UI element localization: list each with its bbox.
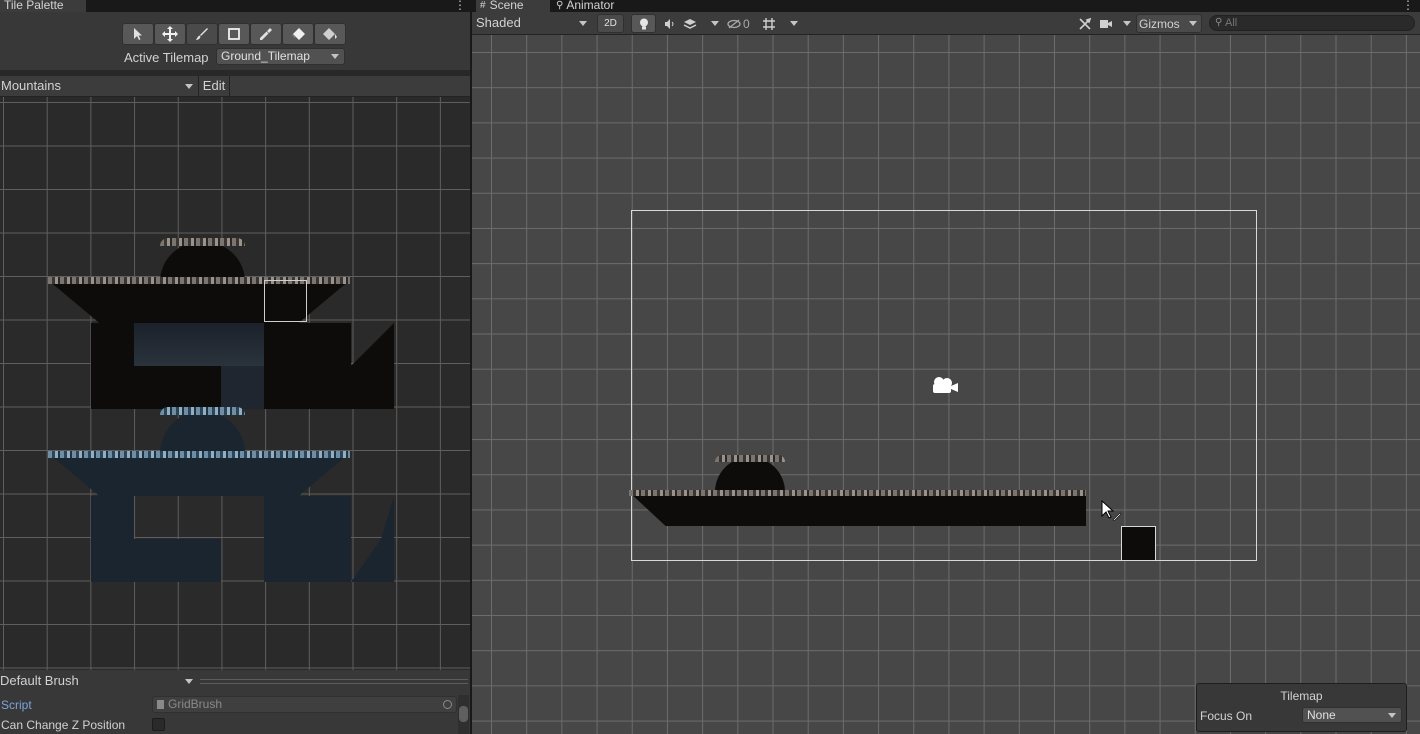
scene-ground-hill-edge [715,455,785,462]
paint-tool-button[interactable] [186,23,218,45]
blue-tile[interactable] [91,496,134,582]
grid-icon: # [480,0,486,11]
tilemap-overlay-title: Tilemap [1280,689,1323,703]
chevron-down-icon [1388,713,1396,718]
script-value: GridBrush [168,697,223,711]
focus-on-label: Focus On [1200,709,1253,723]
chevron-down-icon [579,21,587,26]
move-icon [162,26,178,42]
picker-tool-button[interactable] [250,23,282,45]
effects-dropdown[interactable] [683,14,721,33]
can-change-z-checkbox[interactable] [152,718,165,731]
audio-toggle[interactable] [657,14,682,33]
scene-viewport[interactable] [472,35,1420,734]
focus-on-value: None [1307,708,1336,722]
blue-tile-arch-edge [160,407,245,415]
box-fill-icon [228,28,240,40]
chevron-down-icon [1123,21,1131,26]
grid-snap-dropdown[interactable] [762,14,800,33]
tools-toggle[interactable] [1074,14,1096,33]
palette-grid[interactable] [0,97,470,670]
camera-dropdown[interactable] [1099,14,1133,33]
mode-2d-button[interactable]: 2D [597,14,624,33]
blue-tile[interactable] [134,539,221,582]
select-icon [134,28,142,40]
fill-tool-button[interactable] [314,23,346,45]
tab-scene[interactable]: # Scene [476,0,550,12]
active-tilemap-dropdown[interactable]: Ground_Tilemap [216,48,345,65]
brush-dropdown[interactable]: Default Brush [0,672,196,690]
inspector-scrollbar[interactable] [458,695,469,734]
focus-on-dropdown[interactable]: None [1302,707,1402,723]
brush-value: Default Brush [0,673,79,688]
script-label: Script [1,698,32,712]
tab-tile-palette[interactable]: Tile Palette [0,0,86,12]
shading-value: Shaded [476,15,521,30]
tab-animator[interactable]: ⚲ Animator [556,0,636,12]
blue-tile-arch[interactable] [160,411,245,456]
tool-buttons [122,23,346,45]
shading-dropdown[interactable]: Shaded [472,14,592,32]
chevron-down-icon [1189,21,1197,26]
blue-tile[interactable] [264,496,351,582]
eraser-icon [292,28,305,40]
brush-divider [200,679,468,684]
blue-tile-group [48,97,398,597]
box-fill-tool-button[interactable] [218,23,250,45]
eye-slash-icon [727,18,741,29]
camera-gizmo-icon[interactable] [930,375,960,397]
search-input[interactable] [1225,16,1405,30]
light-bulb-icon [639,18,648,29]
tilemap-overlay-panel: Tilemap Focus On None [1196,683,1407,732]
chevron-down-icon [185,679,193,684]
tools-icon [1079,17,1092,30]
palette-value: Mountains [1,78,61,93]
fill-bucket-icon [323,28,337,40]
chevron-down-icon [185,84,193,89]
eraser-tool-button[interactable] [282,23,314,45]
blue-tile-ledge-edge [48,451,350,458]
can-change-z-label: Can Change Z Position [1,718,126,732]
blue-tile-ledge[interactable] [48,453,350,496]
blue-tile-slope[interactable] [351,496,394,582]
tab-animator-label: Animator [566,0,615,12]
gizmos-label: Gizmos [1139,16,1180,31]
scrollbar-thumb[interactable] [459,706,468,722]
effects-layers-icon [683,18,697,29]
object-picker-icon[interactable] [443,700,452,709]
chevron-down-icon [331,54,339,59]
more-options-icon[interactable]: ⋮ [454,0,466,11]
mouse-cursor-icon [1101,499,1122,521]
select-tool-button[interactable] [122,23,154,45]
camera-icon [1100,19,1112,28]
active-tilemap-value: Ground_Tilemap [221,49,310,63]
palette-dropdown[interactable]: Mountains [0,76,198,96]
chevron-down-icon [790,21,798,26]
search-icon: ⚲ [1215,17,1223,28]
animator-icon: ⚲ [556,0,564,11]
hidden-objects-toggle[interactable]: 0 [727,14,757,33]
hidden-count: 0 [743,16,750,31]
lighting-toggle[interactable] [631,14,656,33]
gizmos-dropdown[interactable]: Gizmos [1136,14,1202,33]
script-field[interactable]: GridBrush [152,696,457,713]
script-file-icon [157,700,164,709]
scene-ground-platform-edge [629,490,1086,496]
active-tilemap-label: Active Tilemap [124,50,209,65]
grid-snap-icon [763,17,775,30]
scene-ground-platform[interactable] [629,492,1086,526]
more-options-icon[interactable]: ⋮ [1402,0,1414,11]
scene-search[interactable]: ⚲ [1209,15,1415,31]
brush-preview-tile [1121,526,1156,561]
speaker-icon [664,18,673,29]
paint-brush-icon [196,28,208,40]
move-tool-button[interactable] [154,23,186,45]
tab-scene-label: Scene [489,0,524,12]
picker-icon [260,28,272,40]
edit-palette-button[interactable]: Edit [198,76,230,96]
chevron-down-icon [711,21,719,26]
